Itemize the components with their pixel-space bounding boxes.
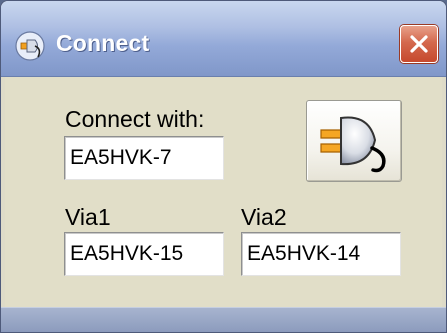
window-bottom-border — [1, 307, 446, 332]
plug-connect-icon — [320, 116, 386, 173]
connect-button[interactable] — [306, 100, 402, 182]
window-title: Connect — [56, 30, 150, 56]
connect-plug-icon — [13, 29, 47, 63]
via1-label: Via1 — [65, 204, 111, 230]
connect-with-field[interactable]: EA5HVK-7 — [64, 136, 224, 180]
connect-dialog: Connect Connect with: EA5HVK-7 Via1 EA5H — [0, 0, 447, 333]
via2-label: Via2 — [241, 204, 287, 230]
connect-with-label: Connect with: — [65, 106, 205, 132]
close-icon — [410, 35, 428, 53]
via1-field[interactable]: EA5HVK-15 — [64, 232, 224, 276]
close-button[interactable] — [400, 25, 438, 63]
via2-field[interactable]: EA5HVK-14 — [241, 232, 401, 276]
title-bar[interactable]: Connect — [1, 1, 446, 77]
